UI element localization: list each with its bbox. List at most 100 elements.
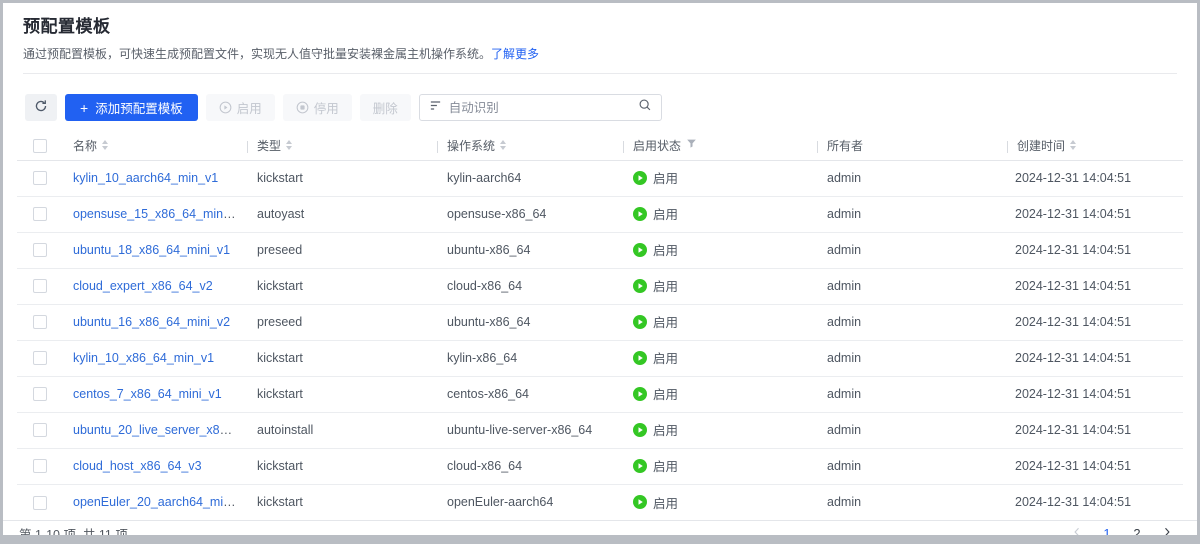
- row-owner: admin: [827, 243, 862, 257]
- row-os: kylin-x86_64: [447, 351, 518, 365]
- status-badge: 启用: [633, 456, 678, 475]
- filter-lines-icon: [429, 99, 442, 117]
- plus-icon: +: [80, 99, 89, 116]
- row-name-link[interactable]: ubuntu_16_x86_64_mini_v2: [73, 315, 230, 329]
- row-owner: admin: [827, 351, 862, 365]
- pagination-prev-button[interactable]: [1065, 521, 1089, 535]
- row-name-link[interactable]: ubuntu_20_live_server_x86_64_mini_...: [73, 423, 247, 437]
- select-all-checkbox[interactable]: [33, 138, 47, 153]
- status-badge: 启用: [633, 384, 678, 403]
- play-circle-icon: [219, 101, 232, 114]
- row-checkbox[interactable]: [33, 315, 47, 330]
- row-name-link[interactable]: ubuntu_18_x86_64_mini_v1: [73, 243, 230, 257]
- pagination-page-2[interactable]: 2: [1125, 521, 1149, 536]
- row-checkbox[interactable]: [33, 243, 47, 258]
- row-owner: admin: [827, 495, 862, 510]
- row-os: opensuse-x86_64: [447, 207, 547, 221]
- delete-label: 删除: [372, 102, 398, 116]
- learn-more-link[interactable]: 了解更多: [491, 47, 539, 61]
- add-template-label: 添加预配置模板: [95, 102, 183, 116]
- row-type: kickstart: [257, 171, 303, 185]
- status-enabled-icon: [633, 495, 647, 509]
- filter-funnel-icon[interactable]: [686, 138, 697, 152]
- row-owner: admin: [827, 279, 862, 293]
- row-type: kickstart: [257, 459, 303, 473]
- row-os: ubuntu-live-server-x86_64: [447, 423, 593, 437]
- row-type: kickstart: [257, 495, 303, 510]
- pagination: 1 2: [1065, 521, 1179, 536]
- row-checkbox[interactable]: [33, 351, 47, 366]
- chevron-right-icon: [1161, 526, 1173, 535]
- delete-button[interactable]: 删除: [359, 94, 411, 121]
- row-checkbox[interactable]: [33, 387, 47, 402]
- row-type: autoyast: [257, 207, 305, 221]
- row-os: ubuntu-x86_64: [447, 315, 531, 329]
- table-row: kylin_10_aarch64_min_v1 kickstart kylin-…: [17, 160, 1183, 197]
- row-type: kickstart: [257, 279, 303, 293]
- status-enabled-icon: [633, 170, 647, 185]
- column-header-owner: 所有者: [817, 131, 1007, 161]
- row-name-link[interactable]: openEuler_20_aarch64_min_v1: [73, 495, 247, 509]
- status-enabled-icon: [633, 242, 647, 257]
- row-os: centos-x86_64: [447, 387, 530, 401]
- row-os: ubuntu-x86_64: [447, 243, 531, 257]
- stop-circle-icon: [296, 101, 309, 114]
- sort-icon: [286, 140, 293, 151]
- pagination-page-1[interactable]: 1: [1095, 521, 1119, 536]
- table-row: openEuler_20_aarch64_min_v1 kickstart op…: [17, 484, 1183, 520]
- sort-icon: [1070, 140, 1077, 151]
- column-header-type[interactable]: 类型: [247, 131, 437, 161]
- status-enabled-icon: [633, 314, 647, 329]
- row-name-link[interactable]: opensuse_15_x86_64_mini_v1: [73, 207, 246, 221]
- row-checkbox[interactable]: [33, 423, 47, 438]
- search-icon[interactable]: [638, 98, 652, 117]
- table-row: kylin_10_x86_64_min_v1 kickstart kylin-x…: [17, 340, 1183, 377]
- pagination-next-button[interactable]: [1155, 521, 1179, 535]
- row-name-link[interactable]: kylin_10_aarch64_min_v1: [73, 171, 218, 185]
- column-header-os[interactable]: 操作系统: [437, 131, 623, 161]
- row-os: kylin-aarch64: [447, 171, 522, 185]
- row-owner: admin: [827, 315, 862, 329]
- disable-button[interactable]: 停用: [282, 94, 352, 121]
- row-name-link[interactable]: cloud_host_x86_64_v3: [73, 459, 202, 473]
- row-type: preseed: [257, 243, 303, 257]
- row-checkbox[interactable]: [33, 207, 47, 222]
- status-enabled-icon: [633, 350, 647, 365]
- table-row: cloud_expert_x86_64_v2 kickstart cloud-x…: [17, 268, 1183, 305]
- row-checkbox[interactable]: [33, 495, 47, 510]
- row-created: 2024-12-31 14:04:51: [1015, 459, 1132, 473]
- column-header-created[interactable]: 创建时间: [1007, 131, 1183, 161]
- status-enabled-icon: [633, 206, 647, 221]
- row-name-link[interactable]: cloud_expert_x86_64_v2: [73, 279, 213, 293]
- sort-icon: [500, 140, 507, 151]
- status-label: 启用: [653, 316, 679, 331]
- enable-button[interactable]: 启用: [205, 94, 275, 121]
- column-label: 操作系统: [447, 138, 496, 153]
- status-enabled-icon: [633, 458, 647, 473]
- status-label: 启用: [653, 352, 679, 367]
- table-row: opensuse_15_x86_64_mini_v1 autoyast open…: [17, 196, 1183, 233]
- row-checkbox[interactable]: [33, 279, 47, 294]
- column-label: 启用状态: [633, 138, 682, 153]
- column-header-status[interactable]: 启用状态: [623, 131, 817, 161]
- row-owner: admin: [827, 423, 862, 437]
- add-template-button[interactable]: + 添加预配置模板: [65, 94, 198, 121]
- row-name-link[interactable]: centos_7_x86_64_mini_v1: [73, 387, 222, 401]
- refresh-button[interactable]: [25, 94, 57, 121]
- row-checkbox[interactable]: [33, 171, 47, 186]
- row-created: 2024-12-31 14:04:51: [1015, 495, 1132, 510]
- table-row: ubuntu_18_x86_64_mini_v1 preseed ubuntu-…: [17, 232, 1183, 269]
- status-badge: 启用: [633, 312, 678, 331]
- status-label: 启用: [653, 460, 679, 475]
- column-header-name[interactable]: 名称: [63, 131, 247, 161]
- status-label: 启用: [653, 388, 679, 403]
- row-owner: admin: [827, 171, 862, 185]
- search-input[interactable]: [448, 100, 631, 115]
- row-checkbox[interactable]: [33, 459, 47, 474]
- status-badge: 启用: [633, 493, 678, 512]
- status-label: 启用: [653, 208, 679, 223]
- table-row: cloud_host_x86_64_v3 kickstart cloud-x86…: [17, 448, 1183, 485]
- row-name-link[interactable]: kylin_10_x86_64_min_v1: [73, 351, 214, 365]
- header-divider: [23, 73, 1177, 74]
- row-os: openEuler-aarch64: [447, 495, 554, 510]
